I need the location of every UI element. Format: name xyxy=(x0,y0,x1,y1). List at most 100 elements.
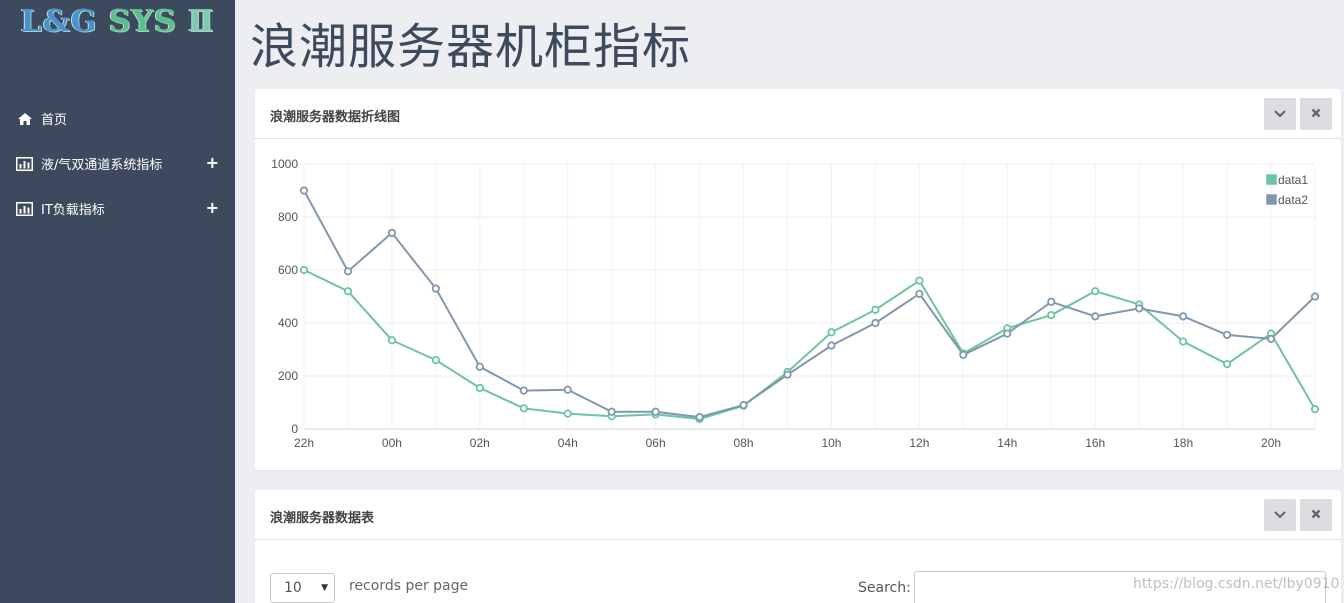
data-point-data2 xyxy=(1310,292,1320,301)
y-tick-label: 0 xyxy=(291,422,298,436)
x-tick-label: 00h xyxy=(382,436,402,450)
data-point-data2 xyxy=(607,407,616,416)
data-point-data2 xyxy=(695,412,704,422)
chevron-down-icon xyxy=(1274,106,1286,122)
data-point-data2 xyxy=(387,228,397,238)
data-point-data2 xyxy=(1135,304,1144,313)
data-point-data2 xyxy=(431,284,440,293)
sidebar-item-label: IT负载指标 xyxy=(41,203,105,218)
legend-swatch xyxy=(1265,193,1278,206)
panel-header: 浪潮服务器数据表 xyxy=(255,490,1341,540)
bar-chart-icon xyxy=(16,201,33,216)
sidebar-item-label: 首页 xyxy=(41,113,68,128)
data-point-data2 xyxy=(563,385,572,394)
data-point-data2 xyxy=(651,407,660,416)
data-point-data1 xyxy=(343,287,353,296)
legend-label: data2 xyxy=(1278,193,1308,207)
y-tick-label: 800 xyxy=(278,210,298,224)
data-point-data2 xyxy=(1266,334,1276,343)
data-point-data1 xyxy=(1179,337,1188,346)
expand-icon[interactable]: + xyxy=(206,153,219,172)
x-tick-label: 14h xyxy=(997,436,1017,450)
data-point-data1 xyxy=(871,305,880,314)
data-point-data1 xyxy=(299,265,309,275)
y-tick-label: 1000 xyxy=(271,157,298,171)
data-point-data2 xyxy=(827,341,836,350)
close-button[interactable] xyxy=(1300,499,1332,531)
sidebar: L&G SYS Ⅱ 首页 液/气双通道系统指标 + IT负载指标 + xyxy=(0,0,235,603)
data-point-data2 xyxy=(1003,329,1012,338)
data-point-data2 xyxy=(1091,312,1100,321)
sidebar-item-it-load[interactable]: IT负载指标 + xyxy=(0,186,235,231)
app-logo[interactable]: L&G SYS Ⅱ xyxy=(0,0,235,52)
line-chart: 0 200 400 600 800 1000 22h 00h 02h 04h 06h 08h 10h 12… xyxy=(255,140,1341,470)
data-point-data2 xyxy=(871,318,880,328)
data-point-data2 xyxy=(1222,330,1232,340)
data-point-data2 xyxy=(959,350,968,359)
data-point-data1 xyxy=(1091,287,1100,296)
sidebar-item-home[interactable]: 首页 xyxy=(0,96,235,141)
watermark: https://blog.csdn.net/lby0910 xyxy=(1133,576,1340,592)
chart-canvas: 0 200 400 600 800 1000 22h 00h 02h 04h 06h 08h 10h 12… xyxy=(271,157,1320,450)
data-point-data1 xyxy=(1222,359,1232,369)
data-point-data1 xyxy=(475,383,484,393)
records-per-page-select[interactable]: 10 ▼ xyxy=(270,573,335,603)
x-tick-label: 12h xyxy=(909,436,929,450)
y-tick-label: 600 xyxy=(278,263,298,277)
records-per-page-value: 10 xyxy=(284,580,302,596)
data-point-data1 xyxy=(827,328,836,337)
data-point-data2 xyxy=(739,401,748,410)
x-tick-label: 10h xyxy=(821,436,841,450)
home-icon xyxy=(16,112,33,126)
legend-label: data1 xyxy=(1278,173,1308,187)
y-tick-label: 400 xyxy=(278,316,298,330)
legend-swatch xyxy=(1265,173,1278,186)
close-button[interactable] xyxy=(1300,98,1332,130)
sidebar-nav: 首页 液/气双通道系统指标 + IT负载指标 + xyxy=(0,96,235,231)
page-title: 浪潮服务器机柜指标 xyxy=(250,19,692,75)
collapse-button[interactable] xyxy=(1264,499,1296,531)
records-per-page-label: records per page xyxy=(349,578,469,594)
data-point-data2 xyxy=(475,362,484,371)
chart-panel: 浪潮服务器数据折线图 0 200 400 600 800 1000 22h 00h 02h 04h… xyxy=(255,89,1341,470)
x-tick-label: 20h xyxy=(1261,436,1281,450)
expand-icon[interactable]: + xyxy=(206,198,219,217)
series-line-data2 xyxy=(303,190,1316,419)
close-icon xyxy=(1311,507,1321,523)
data-point-data2 xyxy=(1179,312,1188,321)
data-point-data1 xyxy=(387,336,397,345)
data-point-data2 xyxy=(783,370,792,379)
panel-title: 浪潮服务器数据表 xyxy=(270,511,375,526)
x-tick-label: 04h xyxy=(558,436,578,450)
panel-title: 浪潮服务器数据折线图 xyxy=(270,110,401,125)
data-point-data1 xyxy=(563,409,572,418)
x-tick-label: 16h xyxy=(1085,436,1105,450)
caret-down-icon: ▼ xyxy=(321,583,328,593)
data-point-data1 xyxy=(1047,310,1056,320)
data-point-data2 xyxy=(343,267,353,276)
data-point-data1 xyxy=(519,404,528,413)
y-tick-label: 200 xyxy=(278,369,298,383)
data-point-data1 xyxy=(915,276,924,285)
close-icon xyxy=(1311,106,1321,122)
sidebar-item-liquid-gas[interactable]: 液/气双通道系统指标 + xyxy=(0,141,235,186)
bar-chart-icon xyxy=(16,156,33,171)
data-point-data1 xyxy=(431,356,440,365)
chevron-down-icon xyxy=(1274,507,1286,523)
data-point-data2 xyxy=(915,289,924,298)
x-tick-label: 22h xyxy=(294,436,314,450)
data-point-data2 xyxy=(519,386,528,395)
x-tick-label: 02h xyxy=(470,436,490,450)
data-point-data1 xyxy=(1310,405,1320,414)
data-point-data2 xyxy=(1047,297,1056,306)
panel-header: 浪潮服务器数据折线图 xyxy=(255,89,1341,139)
series-line-data1 xyxy=(303,269,1316,420)
collapse-button[interactable] xyxy=(1264,98,1296,130)
data-point-data2 xyxy=(299,186,309,195)
search-label: Search: xyxy=(858,580,911,596)
logo-text: L&G SYS Ⅱ xyxy=(20,4,215,39)
x-tick-label: 18h xyxy=(1173,436,1193,450)
x-tick-label: 08h xyxy=(734,436,754,450)
x-tick-label: 06h xyxy=(646,436,666,450)
sidebar-item-label: 液/气双通道系统指标 xyxy=(41,158,163,173)
